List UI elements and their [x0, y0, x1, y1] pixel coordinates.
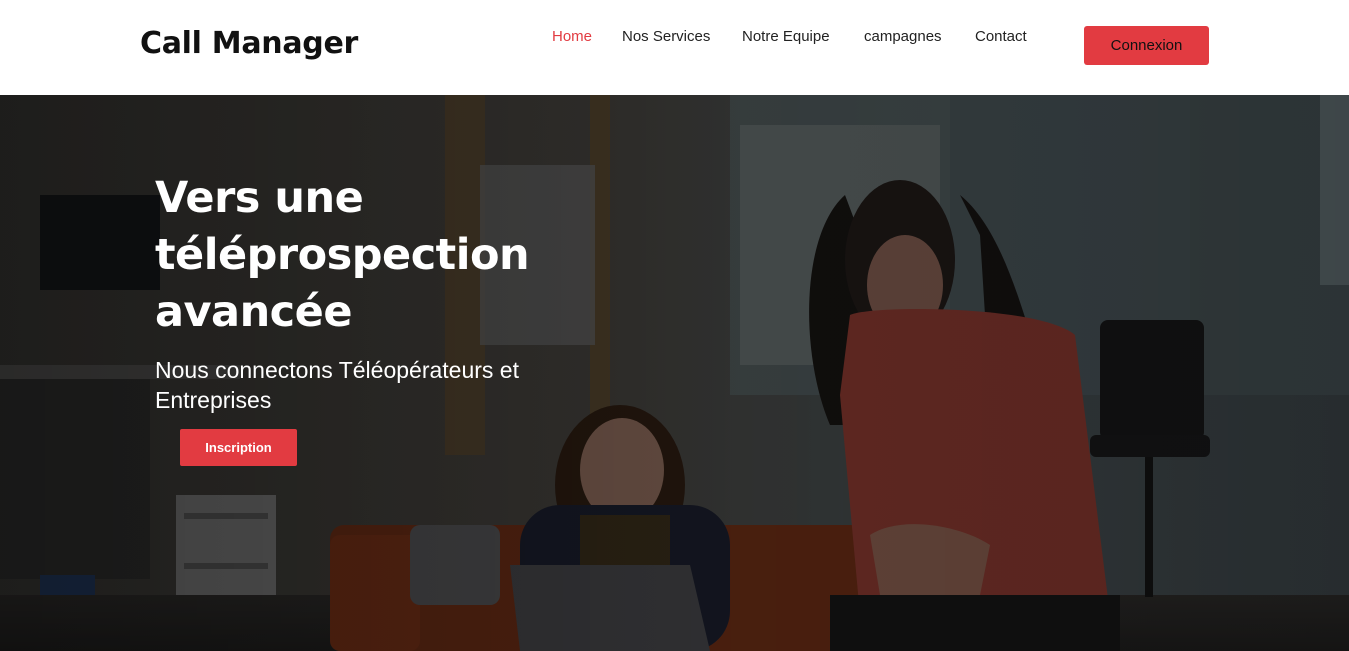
nav-contact[interactable]: Contact: [975, 28, 1027, 45]
hero-title-line: Vers une: [155, 173, 364, 223]
hero-title-line: avancée: [155, 287, 353, 337]
hero-subtitle-line: Entreprises: [155, 387, 272, 413]
hero-title-line: téléprospection: [155, 230, 530, 280]
site-header: Call Manager Home Nos Services Notre Equ…: [0, 0, 1349, 95]
nav-nos-services[interactable]: Nos Services: [622, 28, 710, 45]
nav-notre-equipe[interactable]: Notre Equipe: [742, 28, 830, 45]
hero-text-block: Vers une téléprospection avancée Nous co…: [155, 170, 595, 415]
hero-subtitle: Nous connectons Téléopérateurs et Entrep…: [155, 355, 595, 415]
connexion-button[interactable]: Connexion: [1084, 26, 1209, 65]
hero-subtitle-line: Nous connectons Téléopérateurs et: [155, 357, 519, 383]
hero-title: Vers une téléprospection avancée: [155, 170, 595, 341]
site-logo[interactable]: Call Manager: [140, 26, 358, 61]
inscription-button[interactable]: Inscription: [180, 429, 297, 466]
nav-campagnes[interactable]: campagnes: [864, 28, 942, 45]
nav-home[interactable]: Home: [552, 28, 592, 45]
hero-section: Vers une téléprospection avancée Nous co…: [0, 95, 1349, 651]
